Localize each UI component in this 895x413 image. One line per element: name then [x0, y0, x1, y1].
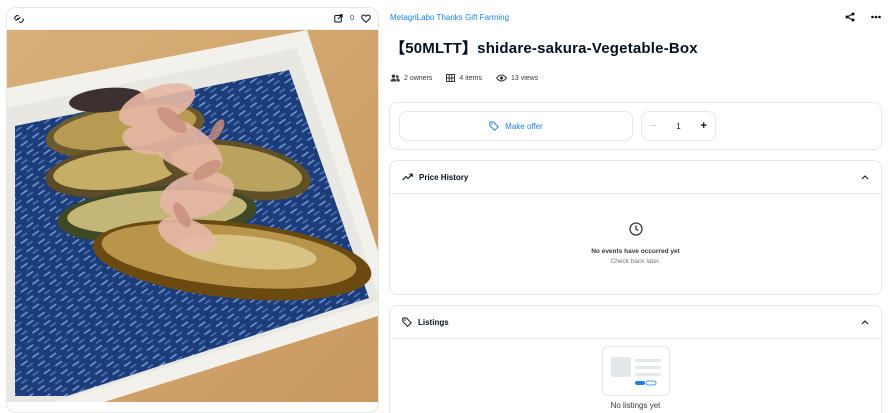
listings-empty: No listings yet	[390, 339, 881, 410]
views-count: 13 views	[510, 74, 539, 82]
make-offer-button[interactable]: Make offer	[399, 111, 633, 141]
open-external-icon[interactable]	[334, 14, 343, 23]
owners-count: 2 owners	[404, 74, 433, 82]
more-icon[interactable]	[871, 15, 881, 19]
favorite-count: 0	[350, 15, 354, 22]
increment-button[interactable]: +	[701, 120, 707, 132]
no-events-text: No events have occurred yet	[591, 248, 680, 255]
trending-icon	[402, 173, 413, 181]
header-actions	[845, 12, 881, 22]
nft-image[interactable]	[7, 30, 378, 402]
quantity-value: 1	[676, 121, 681, 131]
no-listings-text: No listings yet	[610, 401, 661, 410]
owners-stat[interactable]: 2 owners	[390, 74, 432, 82]
price-history-header[interactable]: Price History	[390, 161, 881, 194]
make-offer-label: Make offer	[505, 121, 543, 131]
media-toolbar: 0	[7, 8, 378, 30]
eye-icon	[495, 74, 507, 82]
listings-header[interactable]: Listings	[390, 306, 881, 339]
chevron-up-icon[interactable]	[861, 319, 869, 325]
decrement-button[interactable]: −	[650, 120, 656, 132]
price-history-panel: Price History No events have occurred ye…	[389, 160, 882, 295]
tag-icon	[489, 121, 500, 131]
quantity-stepper[interactable]: − 1 +	[641, 111, 716, 141]
items-stat: 4 items	[446, 74, 482, 82]
check-back-text: Check back later.	[610, 258, 661, 265]
people-icon	[390, 74, 400, 82]
grid-icon	[446, 74, 456, 82]
price-history-title: Price History	[419, 172, 469, 182]
collection-link[interactable]: MetagriLabo Thanks Gift Farming	[390, 13, 509, 22]
empty-listings-illustration	[601, 346, 670, 396]
items-count: 4 items	[459, 74, 482, 82]
chevron-up-icon[interactable]	[861, 174, 869, 180]
tag-icon	[402, 317, 412, 327]
listings-panel: Listings No listings yet	[389, 305, 882, 413]
chain-icon	[14, 14, 24, 24]
views-stat: 13 views	[495, 74, 539, 82]
clock-icon	[628, 222, 643, 236]
item-stats: 2 owners 4 items 13 views	[390, 74, 538, 82]
media-card: 0	[6, 7, 379, 413]
heart-icon[interactable]	[361, 14, 371, 23]
price-history-empty: No events have occurred yet Check back l…	[390, 194, 881, 265]
share-icon[interactable]	[845, 12, 855, 22]
listings-title: Listings	[418, 317, 449, 327]
item-title: 【50MLTT】shidare-sakura-Vegetable-Box	[390, 40, 698, 57]
offer-card: Make offer − 1 +	[389, 102, 882, 150]
